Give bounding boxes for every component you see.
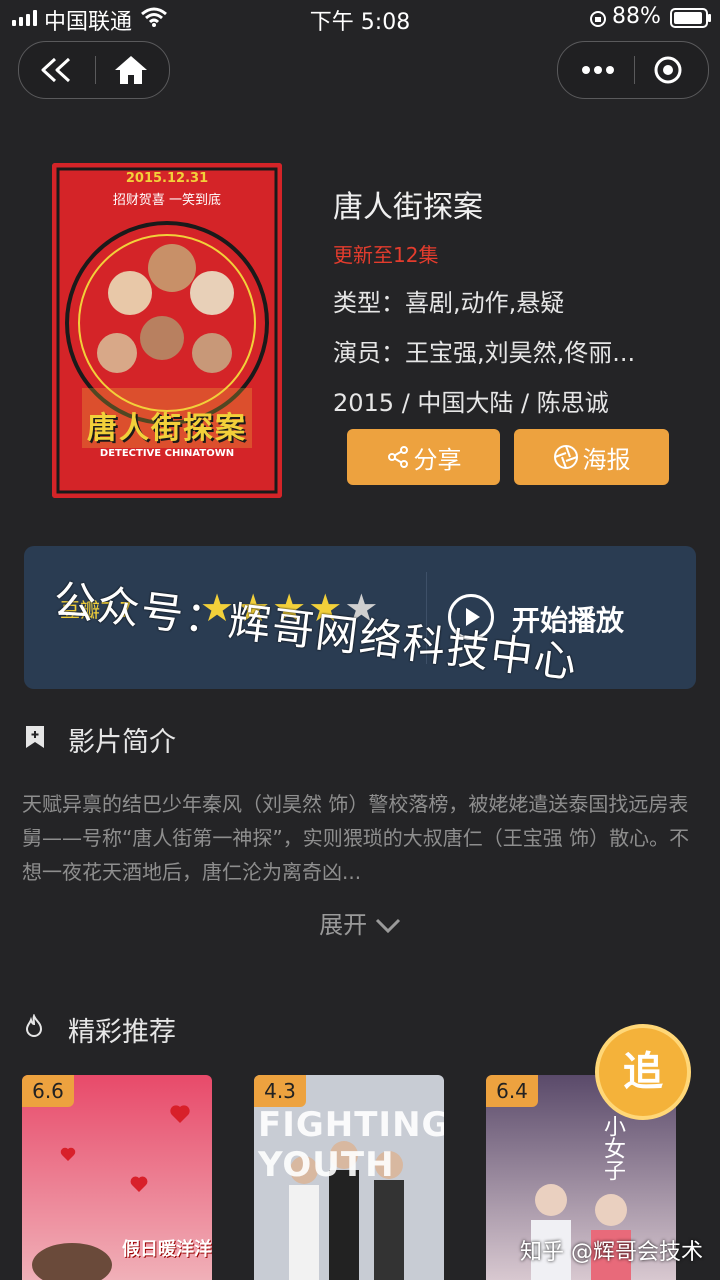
poster-date: 2015.12.31 [125,171,209,186]
double-chevron-left-icon[interactable] [39,56,75,84]
card-poster-text: FIGHTING YOUTH [258,1105,444,1185]
expand-label: 展开 [319,911,368,939]
home-icon[interactable] [113,54,149,86]
poster-cn-title: 唐人街探案 [87,411,247,446]
intro-title: 影片简介 [68,727,176,758]
movie-info: 2015 / 中国大陆 / 陈思诚 [333,389,609,417]
score-badge: 6.6 [22,1075,74,1107]
share-label: 分享 [413,445,462,474]
movie-cast: 演员：王宝强,刘昊然,佟丽... [333,339,636,367]
nav-capsule-left [18,41,170,99]
poster-tagline: 招财贺喜 一笑到底 [112,193,222,208]
card-poster-text: 小女子 [600,1115,625,1181]
share-icon [387,446,408,468]
poster-en-title: DETECTIVE CHINATOWN [99,448,235,459]
bookmark-icon [26,726,44,748]
zhihu-watermark: 知乎 @辉哥会技术 [520,1240,703,1265]
target-close-icon[interactable] [653,55,683,85]
card-poster-text: 假日暖洋洋 [122,1239,212,1260]
chevron-down-icon [375,918,400,934]
status-bar: 中国联通 下午 5:08 88% [0,0,720,36]
follow-button[interactable]: 追 [595,1024,691,1120]
poster-button[interactable]: 海报 [514,429,669,485]
movie-genre: 类型：喜剧,动作,悬疑 [333,289,565,317]
recommend-card[interactable]: 4.3 FIGHTING YOUTH [254,1075,444,1280]
aperture-icon [553,445,578,469]
flame-icon [25,1014,43,1037]
nav-capsule-right [557,41,709,99]
movie-poster[interactable]: 2015.12.31 招财贺喜 一笑到底 唐人街探案 DETECTIVE CHI… [52,163,282,498]
more-dots-icon[interactable] [580,64,616,76]
score-badge: 4.3 [254,1075,306,1107]
movie-title: 唐人街探案 [333,190,483,225]
share-button[interactable]: 分享 [347,429,500,485]
battery-icon [670,8,711,28]
battery-percent: 88% [612,4,661,29]
recommend-card[interactable]: 6.6 假日暖洋洋 [22,1075,212,1280]
recommend-title: 精彩推荐 [68,1017,176,1048]
orientation-lock-icon [590,11,606,27]
poster-label: 海报 [582,445,631,474]
update-status: 更新至12集 [333,243,439,267]
expand-button[interactable]: 展开 [0,905,720,940]
score-badge: 6.4 [486,1075,538,1107]
synopsis-text: 天赋异禀的结巴少年秦风（刘昊然 饰）警校落榜，被姥姥遣送泰国找远房表舅——号称“… [22,792,690,884]
